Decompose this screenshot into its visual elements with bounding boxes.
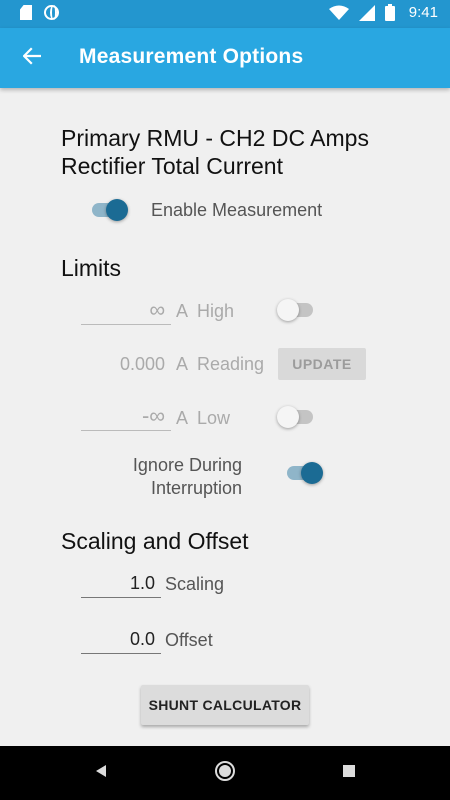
reading-unit: A	[176, 354, 189, 374]
scaling-input[interactable]: 1.0	[81, 568, 161, 598]
limits-heading: Limits	[61, 255, 122, 281]
back-button[interactable]	[14, 40, 50, 76]
high-limit-switch[interactable]	[277, 298, 315, 322]
offset-label: Offset	[165, 630, 213, 650]
battery-icon	[384, 4, 395, 21]
page-title: Measurement Options	[79, 45, 304, 68]
ignore-during-interruption-switch[interactable]	[285, 461, 323, 485]
nav-recents-button[interactable]	[336, 760, 362, 786]
nav-home-button[interactable]	[212, 760, 238, 786]
update-button[interactable]: UPDATE	[278, 348, 366, 380]
high-unit: A	[176, 301, 189, 321]
navigation-bar	[0, 746, 450, 800]
sd-card-icon	[20, 5, 32, 20]
high-limit-input[interactable]: ∞	[81, 295, 171, 325]
arrow-left-icon	[22, 46, 42, 70]
status-time: 9:41	[408, 4, 438, 21]
globe-icon	[44, 5, 59, 20]
high-label: High	[197, 301, 235, 321]
reading-label: Reading	[197, 354, 265, 374]
low-label: Low	[197, 408, 231, 428]
enable-measurement-switch[interactable]	[90, 198, 128, 222]
measurement-subtitle: Rectifier Total Current	[61, 153, 283, 179]
shunt-calculator-button[interactable]: SHUNT CALCULATOR	[141, 685, 309, 725]
back-triangle-icon	[93, 763, 109, 784]
nav-back-button[interactable]	[88, 760, 114, 786]
app-bar: Measurement Options	[0, 28, 450, 88]
offset-input[interactable]: 0.0	[81, 624, 161, 654]
wifi-icon	[328, 5, 349, 21]
measurement-title: Primary RMU - CH2 DC Amps	[61, 125, 369, 151]
low-limit-switch[interactable]	[277, 405, 315, 429]
scaling-heading: Scaling and Offset	[61, 528, 249, 554]
home-circle-icon	[214, 760, 236, 787]
ignore-during-interruption-label: Ignore During Interruption	[132, 455, 242, 498]
low-limit-input[interactable]: -∞	[81, 401, 171, 431]
status-bar: 9:41	[0, 0, 450, 28]
scaling-label: Scaling	[165, 574, 225, 594]
recents-square-icon	[342, 764, 356, 783]
signal-icon	[358, 4, 375, 21]
reading-value: 0.000	[119, 354, 165, 374]
low-unit: A	[176, 408, 189, 428]
measurement-options-form: Primary RMU - CH2 DC Amps Rectifier Tota…	[0, 88, 450, 746]
enable-measurement-label: Enable Measurement	[151, 200, 323, 220]
